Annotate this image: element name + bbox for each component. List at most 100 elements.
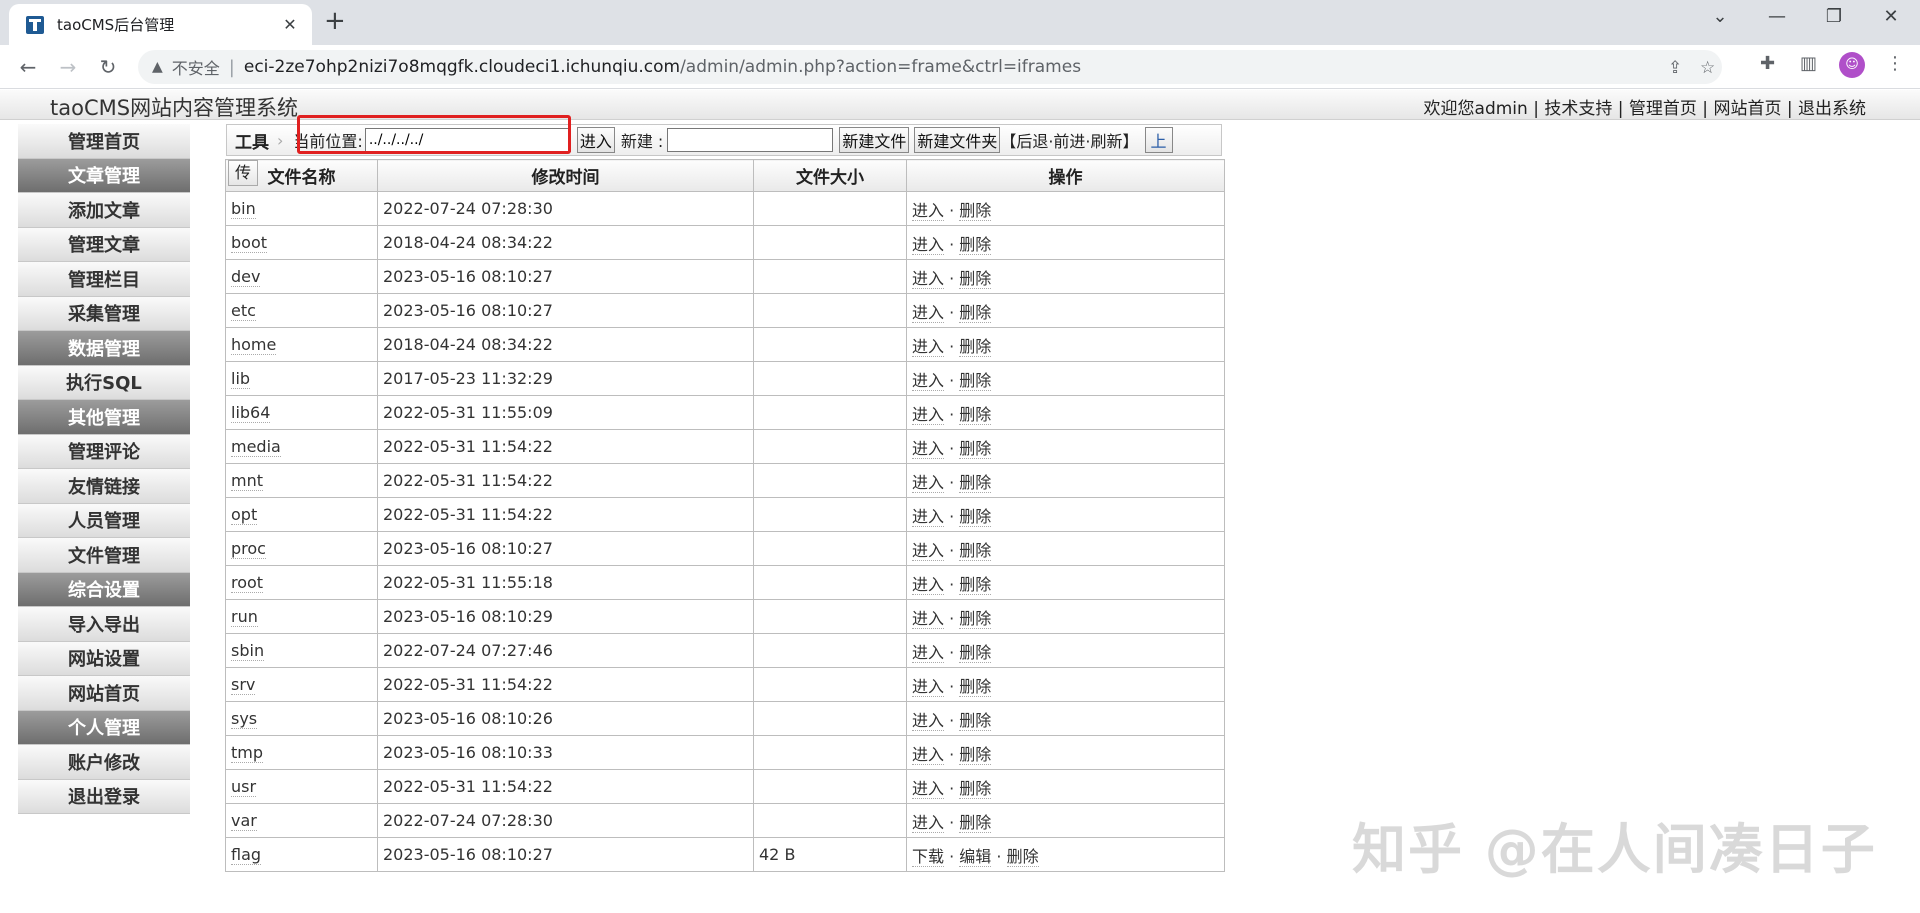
action-link[interactable]: 进入 bbox=[912, 506, 945, 527]
file-name-link[interactable]: mnt bbox=[231, 471, 263, 491]
upload-tab[interactable]: 传 bbox=[228, 160, 258, 186]
up-button[interactable]: 上 bbox=[1144, 127, 1173, 153]
sidebar-group-header[interactable]: 数据管理 bbox=[18, 331, 190, 366]
location-input[interactable] bbox=[364, 128, 571, 152]
action-link[interactable]: 进入 bbox=[912, 472, 945, 493]
restore-icon[interactable]: ❐ bbox=[1819, 6, 1849, 27]
action-link[interactable]: 进入 bbox=[912, 676, 945, 697]
action-link[interactable]: 进入 bbox=[912, 744, 945, 765]
action-link[interactable]: 进入 bbox=[912, 438, 945, 459]
file-name-link[interactable]: srv bbox=[231, 675, 256, 695]
sidebar-item[interactable]: 管理首页 bbox=[18, 124, 190, 159]
action-link[interactable]: 删除 bbox=[959, 472, 992, 493]
action-link[interactable]: 删除 bbox=[959, 506, 992, 527]
action-link[interactable]: 删除 bbox=[959, 268, 992, 289]
sidebar-item[interactable]: 管理栏目 bbox=[18, 262, 190, 297]
action-link[interactable]: 进入 bbox=[912, 234, 945, 255]
action-link[interactable]: 删除 bbox=[959, 676, 992, 697]
new-tab-button[interactable]: + bbox=[324, 8, 346, 34]
address-bar[interactable]: ▲ 不安全 | eci-2ze7ohp2nizi7o8mqgfk.cloudec… bbox=[138, 50, 1722, 84]
file-name-link[interactable]: media bbox=[231, 437, 281, 457]
sidebar-item[interactable]: 采集管理 bbox=[18, 296, 190, 331]
reload-icon[interactable]: ↻ bbox=[94, 53, 122, 81]
action-link[interactable]: 删除 bbox=[959, 642, 992, 663]
action-link[interactable]: 下载 bbox=[912, 846, 945, 867]
sidebar-item[interactable]: 友情链接 bbox=[18, 469, 190, 504]
action-link[interactable]: 进入 bbox=[912, 404, 945, 425]
action-link[interactable]: 删除 bbox=[959, 336, 992, 357]
sidebar-item[interactable]: 人员管理 bbox=[18, 503, 190, 538]
action-link[interactable]: 删除 bbox=[959, 302, 992, 323]
action-link[interactable]: 删除 bbox=[959, 370, 992, 391]
action-link[interactable]: 删除 bbox=[959, 710, 992, 731]
action-link[interactable]: 删除 bbox=[959, 404, 992, 425]
file-name-link[interactable]: sbin bbox=[231, 641, 265, 661]
action-link[interactable]: 删除 bbox=[959, 540, 992, 561]
bookmark-star-icon[interactable]: ☆ bbox=[1700, 58, 1715, 78]
file-name-link[interactable]: sys bbox=[231, 709, 258, 729]
action-link[interactable]: 进入 bbox=[912, 642, 945, 663]
action-link[interactable]: 删除 bbox=[959, 438, 992, 459]
action-link[interactable]: 删除 bbox=[959, 574, 992, 595]
sidebar-group-header[interactable]: 综合设置 bbox=[18, 572, 190, 607]
action-link[interactable]: 进入 bbox=[912, 336, 945, 357]
forward-icon[interactable]: → bbox=[54, 53, 82, 81]
file-name-link[interactable]: etc bbox=[231, 301, 256, 321]
file-name-link[interactable]: proc bbox=[231, 539, 266, 559]
file-name-link[interactable]: opt bbox=[231, 505, 258, 525]
action-link[interactable]: 删除 bbox=[959, 200, 992, 221]
action-link[interactable]: 进入 bbox=[912, 608, 945, 629]
sidebar-group-header[interactable]: 文章管理 bbox=[18, 158, 190, 193]
minimize-icon[interactable]: — bbox=[1762, 6, 1792, 27]
close-icon[interactable]: ✕ bbox=[280, 15, 300, 34]
file-name-link[interactable]: var bbox=[231, 811, 257, 831]
new-folder-button[interactable]: 新建文件夹 bbox=[914, 127, 1001, 153]
file-name-link[interactable]: root bbox=[231, 573, 264, 593]
action-link[interactable]: 进入 bbox=[912, 540, 945, 561]
sidebar-item[interactable]: 文件管理 bbox=[18, 538, 190, 573]
enter-button[interactable]: 进入 bbox=[576, 127, 615, 153]
sidebar-item[interactable]: 管理文章 bbox=[18, 227, 190, 262]
sidebar-group-header[interactable]: 个人管理 bbox=[18, 710, 190, 745]
link-logout[interactable]: 退出系统 bbox=[1798, 99, 1866, 119]
action-link[interactable]: 编辑 bbox=[959, 846, 992, 867]
action-link[interactable]: 进入 bbox=[912, 574, 945, 595]
action-link[interactable]: 删除 bbox=[959, 234, 992, 255]
file-name-link[interactable]: boot bbox=[231, 233, 268, 253]
extensions-icon[interactable]: ✚ bbox=[1760, 53, 1775, 74]
action-link[interactable]: 进入 bbox=[912, 200, 945, 221]
browser-menu-icon[interactable]: ⋮ bbox=[1886, 53, 1904, 74]
profile-avatar[interactable]: ☺ bbox=[1839, 52, 1865, 78]
action-link[interactable]: 进入 bbox=[912, 268, 945, 289]
sidebar-item[interactable]: 执行SQL bbox=[18, 365, 190, 400]
file-name-link[interactable]: dev bbox=[231, 267, 261, 287]
action-link[interactable]: 进入 bbox=[912, 370, 945, 391]
action-link[interactable]: 删除 bbox=[959, 608, 992, 629]
tab-search-icon[interactable]: ⌄ bbox=[1705, 6, 1735, 27]
file-name-link[interactable]: tmp bbox=[231, 743, 264, 763]
action-link[interactable]: 进入 bbox=[912, 812, 945, 833]
action-link[interactable]: 删除 bbox=[1006, 846, 1039, 867]
sidebar-item[interactable]: 导入导出 bbox=[18, 607, 190, 642]
action-link[interactable]: 进入 bbox=[912, 778, 945, 799]
action-link[interactable]: 进入 bbox=[912, 710, 945, 731]
sidebar-item[interactable]: 账户修改 bbox=[18, 745, 190, 780]
file-name-link[interactable]: run bbox=[231, 607, 258, 627]
insecure-label[interactable]: 不安全 bbox=[172, 55, 220, 79]
sidebar-item[interactable]: 退出登录 bbox=[18, 779, 190, 814]
action-link[interactable]: 删除 bbox=[959, 778, 992, 799]
window-close-icon[interactable]: ✕ bbox=[1876, 6, 1906, 27]
file-name-link[interactable]: lib bbox=[231, 369, 251, 389]
new-file-button[interactable]: 新建文件 bbox=[839, 127, 910, 153]
new-name-input[interactable] bbox=[667, 128, 834, 152]
action-link[interactable]: 进入 bbox=[912, 302, 945, 323]
file-name-link[interactable]: home bbox=[231, 335, 277, 355]
action-link[interactable]: 删除 bbox=[959, 744, 992, 765]
side-panel-icon[interactable]: ▥ bbox=[1800, 53, 1817, 74]
back-icon[interactable]: ← bbox=[14, 53, 42, 81]
sidebar-item[interactable]: 管理评论 bbox=[18, 434, 190, 469]
browser-tab[interactable]: taoCMS后台管理 ✕ bbox=[9, 4, 312, 45]
link-tech-support[interactable]: 技术支持 bbox=[1544, 99, 1612, 119]
history-links[interactable]: 【后退·前进·刷新】 bbox=[1000, 128, 1138, 152]
file-name-link[interactable]: bin bbox=[231, 199, 256, 219]
